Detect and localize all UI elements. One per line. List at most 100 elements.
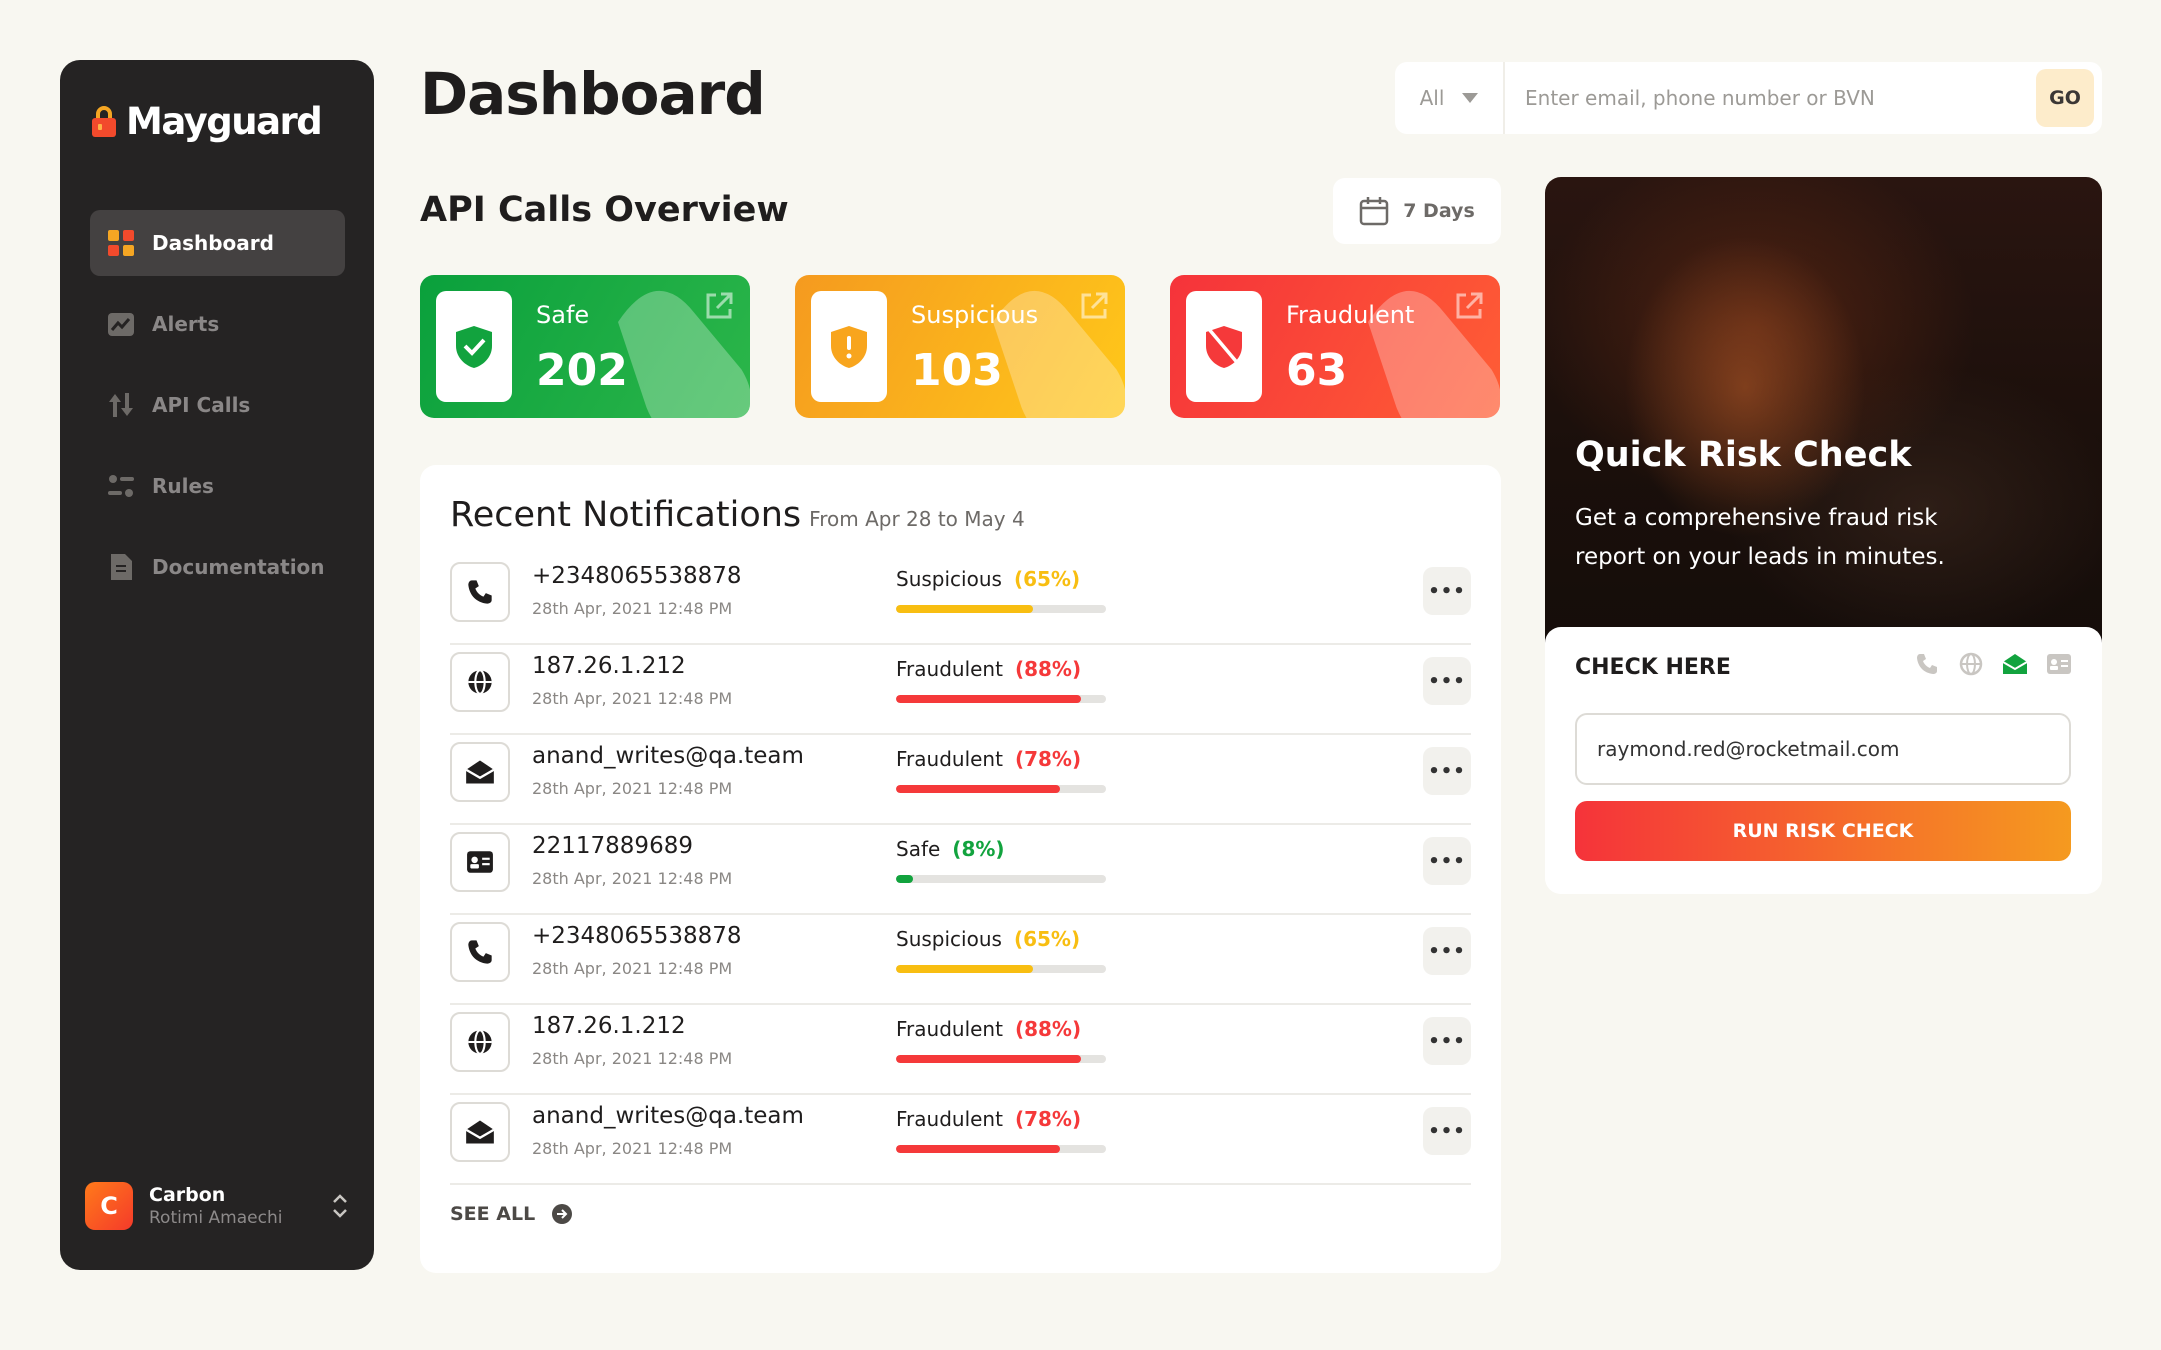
risk-status-label: Fraudulent [896, 747, 1003, 771]
account-info: Carbon Rotimi Amaechi [149, 1184, 330, 1228]
risk-percent: (8%) [952, 837, 1005, 861]
notification-row[interactable]: 22117889689 28th Apr, 2021 12:48 PM Safe (8… [450, 825, 1471, 915]
avatar: C [85, 1182, 133, 1230]
notification-date: 28th Apr, 2021 12:48 PM [532, 959, 733, 978]
chart-alert-icon [106, 309, 136, 339]
risk-progress-fill [896, 785, 1060, 793]
notification-row[interactable]: +2348065538878 28th Apr, 2021 12:48 PM Sus… [450, 555, 1471, 645]
stat-value: 202 [536, 345, 628, 396]
notification-row[interactable]: 187.26.1.212 28th Apr, 2021 12:48 PM Fraud… [450, 645, 1471, 735]
email-icon [450, 1102, 510, 1162]
notifications-title: Recent Notifications [450, 495, 802, 535]
risk-status: Fraudulent (88%) [896, 1017, 1081, 1041]
notifications-range: From Apr 28 to May 4 [809, 507, 1025, 531]
more-options-button[interactable]: ••• [1423, 657, 1471, 705]
risk-progress-fill [896, 1145, 1060, 1153]
risk-percent: (65%) [1013, 927, 1081, 951]
search-input[interactable] [1505, 86, 2036, 110]
more-options-button[interactable]: ••• [1423, 1017, 1471, 1065]
notification-subject: anand_writes@qa.team [532, 1103, 804, 1129]
id-card-icon[interactable] [2046, 651, 2072, 677]
notification-subject: 187.26.1.212 [532, 1013, 686, 1039]
sidebar-item-documentation[interactable]: Documentation [90, 534, 345, 600]
more-options-button[interactable]: ••• [1423, 927, 1471, 975]
risk-progress-bar [896, 965, 1106, 973]
shield-check-icon [436, 291, 512, 402]
transfer-arrows-icon [106, 390, 136, 420]
search-go-button[interactable]: GO [2036, 69, 2094, 127]
risk-percent: (88%) [1014, 1017, 1082, 1041]
stat-card-safe[interactable]: Safe 202 [420, 275, 750, 418]
notification-row[interactable]: 187.26.1.212 28th Apr, 2021 12:48 PM Fraud… [450, 1005, 1471, 1095]
search-filter-select[interactable]: All [1395, 62, 1505, 134]
sidebar-item-dashboard[interactable]: Dashboard [90, 210, 345, 276]
external-link-icon[interactable] [704, 291, 734, 321]
account-switcher[interactable]: C Carbon Rotimi Amaechi [85, 1182, 350, 1230]
arrow-right-circle-icon [552, 1204, 573, 1224]
stat-value: 103 [911, 345, 1003, 396]
notification-subject: 22117889689 [532, 833, 693, 859]
phone-icon[interactable] [1914, 651, 1940, 677]
risk-progress-bar [896, 605, 1106, 613]
risk-status: Safe (8%) [896, 837, 1005, 861]
notification-row[interactable]: anand_writes@qa.team 28th Apr, 2021 12:48… [450, 1095, 1471, 1185]
risk-progress-fill [896, 605, 1033, 613]
risk-progress-bar [896, 1055, 1106, 1063]
risk-percent: (65%) [1013, 567, 1081, 591]
sidebar-item-rules[interactable]: Rules [90, 453, 345, 519]
notification-date: 28th Apr, 2021 12:48 PM [532, 869, 733, 888]
lock-logo-icon [92, 105, 116, 137]
sliders-icon [106, 471, 136, 501]
sidebar-item-api-calls[interactable]: API Calls [90, 372, 345, 438]
see-all-label: SEE ALL [450, 1203, 536, 1225]
more-options-button[interactable]: ••• [1423, 747, 1471, 795]
search-bar: All GO [1395, 62, 2102, 134]
risk-status-label: Fraudulent [896, 657, 1003, 681]
external-link-icon[interactable] [1454, 291, 1484, 321]
risk-status-label: Safe [896, 837, 941, 861]
notification-subject: +2348065538878 [532, 563, 742, 589]
sidebar-item-label: Dashboard [152, 231, 274, 255]
stat-card-suspicious[interactable]: Suspicious 103 [795, 275, 1125, 418]
risk-progress-bar [896, 785, 1106, 793]
notification-row[interactable]: +2348065538878 28th Apr, 2021 12:48 PM Sus… [450, 915, 1471, 1005]
external-link-icon[interactable] [1079, 291, 1109, 321]
sidebar-nav: Dashboard Alerts API Calls Rules Documen… [90, 210, 345, 615]
notification-row[interactable]: anand_writes@qa.team 28th Apr, 2021 12:48… [450, 735, 1471, 825]
globe-icon [450, 1012, 510, 1072]
quick-risk-description: Get a comprehensive fraud risk report on… [1575, 505, 1945, 570]
see-all-link[interactable]: SEE ALL [450, 1203, 573, 1225]
sidebar-item-label: Alerts [152, 312, 220, 336]
stat-label: Suspicious [911, 301, 1039, 329]
run-risk-check-button[interactable]: RUN RISK CHECK [1575, 801, 2071, 861]
more-options-button[interactable]: ••• [1423, 1107, 1471, 1155]
account-user: Rotimi Amaechi [149, 1208, 283, 1228]
date-range-label: 7 Days [1403, 200, 1475, 222]
risk-status: Fraudulent (78%) [896, 747, 1081, 771]
email-icon [450, 742, 510, 802]
risk-percent: (78%) [1014, 747, 1082, 771]
notifications-list: +2348065538878 28th Apr, 2021 12:48 PM Sus… [450, 555, 1471, 1185]
shield-off-icon [1186, 291, 1262, 402]
risk-check-input[interactable] [1575, 713, 2071, 785]
email-icon[interactable] [2002, 651, 2028, 677]
dashboard-grid-icon [106, 228, 136, 258]
overview-title: API Calls Overview [420, 190, 789, 230]
globe-icon[interactable] [1958, 651, 1984, 677]
risk-status-label: Suspicious [896, 567, 1002, 591]
stat-value: 63 [1286, 345, 1348, 396]
risk-progress-fill [896, 695, 1081, 703]
sidebar-item-alerts[interactable]: Alerts [90, 291, 345, 357]
document-icon [106, 552, 136, 582]
risk-percent: (78%) [1014, 1107, 1082, 1131]
stat-card-fraudulent[interactable]: Fraudulent 63 [1170, 275, 1500, 418]
notification-date: 28th Apr, 2021 12:48 PM [532, 779, 733, 798]
more-options-button[interactable]: ••• [1423, 837, 1471, 885]
more-options-button[interactable]: ••• [1423, 567, 1471, 615]
notification-subject: anand_writes@qa.team [532, 743, 804, 769]
brand-logo[interactable]: Mayguard [90, 100, 323, 143]
date-range-button[interactable]: 7 Days [1333, 178, 1501, 244]
risk-progress-fill [896, 875, 913, 883]
search-filter-value: All [1419, 86, 1445, 110]
sidebar-item-label: Rules [152, 474, 214, 498]
